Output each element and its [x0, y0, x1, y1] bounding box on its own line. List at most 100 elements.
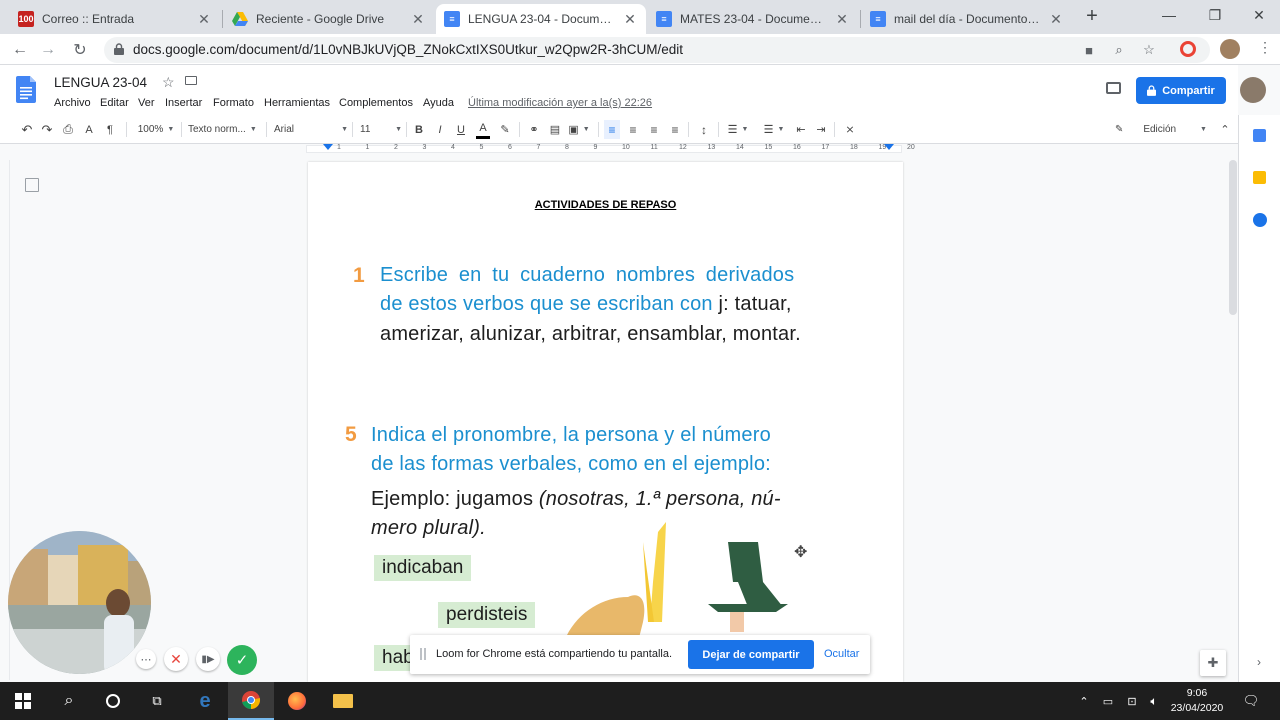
line-spacing-icon[interactable]: ↕ — [696, 120, 712, 139]
text-color-icon[interactable]: A — [476, 120, 490, 139]
chevron-right-icon[interactable]: › — [1257, 655, 1261, 669]
align-right-icon[interactable]: ≡ — [647, 120, 661, 139]
close-window-button[interactable]: ✕ — [1236, 0, 1280, 30]
font-select[interactable]: Arial ▼ — [274, 120, 348, 139]
zoom-icon[interactable]: ⌕ — [1110, 41, 1128, 59]
outline-icon[interactable] — [25, 178, 39, 192]
camera-icon[interactable]: ■ — [1080, 41, 1098, 59]
extension-icon[interactable] — [1180, 41, 1196, 57]
cortana-icon[interactable] — [90, 682, 136, 720]
increase-indent-icon[interactable]: ⇥ — [814, 120, 828, 139]
tab-lengua[interactable]: ≡ LENGUA 23-04 - Documentos ✕ — [436, 4, 646, 34]
italic-icon[interactable]: I — [433, 120, 447, 139]
windows-start-icon[interactable] — [0, 682, 46, 720]
bulleted-list-icon[interactable]: ☰ ▼ — [760, 120, 788, 139]
folder-icon[interactable] — [185, 76, 197, 85]
menu-ver[interactable]: Ver — [138, 97, 155, 109]
close-icon[interactable]: ✕ — [834, 11, 850, 28]
menu-archivo[interactable]: Archivo — [54, 97, 91, 109]
style-select[interactable]: Texto norm... ▼ — [188, 120, 262, 139]
new-tab-button[interactable]: + — [1082, 6, 1102, 26]
explore-button[interactable]: ✚ — [1200, 650, 1226, 676]
minimize-button[interactable]: — — [1146, 0, 1192, 30]
forward-button[interactable]: → — [36, 38, 60, 62]
menu-formato[interactable]: Formato — [213, 97, 254, 109]
task-view-icon[interactable]: ⧉ — [134, 682, 180, 720]
indent-marker[interactable] — [323, 144, 333, 150]
link-icon[interactable]: ⚭ — [526, 120, 542, 139]
tab-drive[interactable]: Reciente - Google Drive ✕ — [224, 4, 434, 34]
keep-icon[interactable] — [1253, 171, 1266, 184]
chevron-up-icon[interactable]: ⌃ — [1072, 682, 1096, 720]
close-icon[interactable]: ✕ — [622, 11, 638, 28]
comment-icon[interactable]: ▤ — [548, 120, 562, 139]
user-avatar[interactable] — [1240, 77, 1266, 103]
webcam-bubble[interactable] — [8, 531, 151, 674]
cancel-recording-icon[interactable]: ✕ — [164, 647, 188, 671]
justify-icon[interactable]: ≡ — [668, 120, 682, 139]
collapse-toolbar-icon[interactable]: ⌃ — [1218, 120, 1232, 139]
share-button[interactable]: Compartir — [1136, 77, 1226, 104]
menu-editar[interactable]: Editar — [100, 97, 129, 109]
align-center-icon[interactable]: ≡ — [626, 120, 640, 139]
paint-format-icon[interactable]: ¶ — [103, 120, 117, 139]
menu-insertar[interactable]: Insertar — [165, 97, 202, 109]
close-icon[interactable]: ✕ — [1048, 11, 1064, 28]
image-icon[interactable]: ▣ ▼ — [568, 120, 590, 139]
bookmark-star-icon[interactable]: ☆ — [1140, 41, 1158, 59]
stop-sharing-button[interactable]: Dejar de compartir — [688, 640, 814, 669]
edge-icon[interactable]: e — [182, 682, 228, 720]
star-icon[interactable]: ☆ — [162, 74, 175, 91]
tasks-icon[interactable] — [1253, 213, 1267, 227]
redo-icon[interactable]: ↷ — [40, 120, 54, 139]
profile-avatar[interactable] — [1220, 39, 1240, 59]
notifications-icon[interactable]: 🗨︎ — [1236, 682, 1266, 720]
decrease-indent-icon[interactable]: ⇤ — [794, 120, 808, 139]
underline-icon[interactable]: U — [454, 120, 468, 139]
hide-link[interactable]: Ocultar — [824, 648, 859, 660]
close-icon[interactable]: ✕ — [196, 11, 212, 28]
print-icon[interactable]: ⎙ — [61, 120, 75, 139]
align-left-icon[interactable]: ≡ — [604, 120, 620, 139]
comments-icon[interactable] — [1106, 82, 1121, 94]
volume-icon[interactable]: 🔈︎ — [1142, 682, 1166, 720]
firefox-icon[interactable] — [274, 682, 320, 720]
scrollbar-thumb[interactable] — [1229, 160, 1237, 315]
battery-icon[interactable]: ▭ — [1096, 682, 1120, 720]
menu-icon[interactable]: ⋮ — [1258, 39, 1272, 59]
search-icon[interactable]: ⌕ — [46, 682, 92, 720]
bold-icon[interactable]: B — [412, 120, 426, 139]
numbered-list-icon[interactable]: ☰ ▼ — [724, 120, 752, 139]
network-icon[interactable]: ⊡ — [1120, 682, 1144, 720]
right-indent-marker[interactable] — [884, 144, 894, 150]
pause-icon[interactable]: ▮▶ — [196, 647, 220, 671]
last-edit-link[interactable]: Última modificación ayer a la(s) 22:26 — [468, 97, 652, 109]
close-icon[interactable]: ✕ — [410, 11, 426, 28]
undo-icon[interactable]: ↶ — [20, 120, 34, 139]
docs-logo-icon[interactable] — [16, 76, 36, 103]
menu-herramientas[interactable]: Herramientas — [264, 97, 330, 109]
menu-complementos[interactable]: Complementos — [339, 97, 413, 109]
file-explorer-icon[interactable] — [320, 682, 366, 720]
restore-button[interactable]: ❐ — [1192, 0, 1238, 30]
font-size-select[interactable]: 11 ▼ — [360, 120, 402, 139]
calendar-icon[interactable] — [1253, 129, 1266, 142]
tab-mail-del-dia[interactable]: ≡ mail del día - Documentos de ✕ — [862, 4, 1072, 34]
zoom-select[interactable]: 100% ▼ — [134, 120, 178, 139]
drag-handle-icon[interactable] — [420, 648, 426, 660]
address-bar[interactable]: docs.google.com/document/d/1L0vNBJkUVjQB… — [104, 37, 1210, 63]
more-options-icon[interactable]: ⋯ — [136, 649, 156, 669]
tab-mates[interactable]: ≡ MATES 23-04 - Documentos de ✕ — [648, 4, 858, 34]
tab-correo[interactable]: 100 Correo :: Entrada ✕ — [10, 4, 220, 34]
system-clock[interactable]: 9:06 23/04/2020 — [1164, 686, 1230, 716]
document-page[interactable]: ACTIVIDADES DE REPASO 1 Escribe en tu cu… — [308, 162, 903, 682]
finish-recording-icon[interactable]: ✓ — [227, 645, 257, 675]
editing-mode-select[interactable]: ✎ Edición ▼ — [1115, 120, 1207, 139]
document-title[interactable]: LENGUA 23-04 — [54, 75, 147, 90]
back-button[interactable]: ← — [8, 38, 32, 62]
highlight-icon[interactable]: ✎ — [498, 120, 512, 139]
menu-ayuda[interactable]: Ayuda — [423, 97, 454, 109]
reload-button[interactable]: ↻ — [68, 38, 92, 62]
spellcheck-icon[interactable]: A — [82, 120, 96, 139]
chrome-taskbar-icon[interactable] — [228, 682, 274, 720]
